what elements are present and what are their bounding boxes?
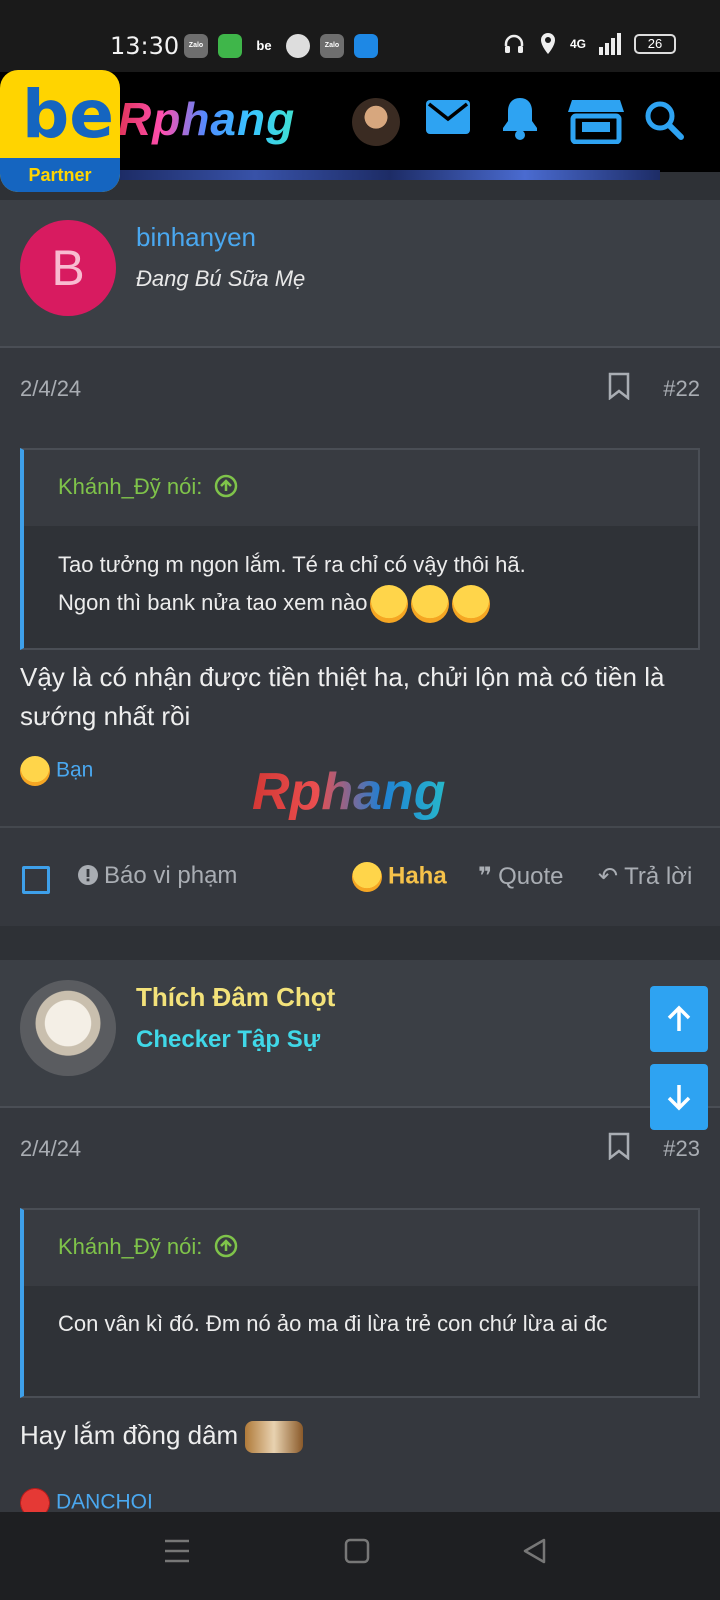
- arrow-up-circle-icon[interactable]: [214, 474, 238, 498]
- quote-author[interactable]: Khánh_Đỹ nói:: [58, 474, 202, 499]
- haha-button[interactable]: Haha: [352, 862, 447, 892]
- haha-icon: [352, 862, 382, 892]
- post-user-bar: B binhanyen Đang Bú Sữa Mẹ: [0, 200, 720, 348]
- reaction-user[interactable]: Bạn: [56, 759, 93, 782]
- quote-line-1: Tao tưởng m ngon lắm. Té ra chỉ có vậy t…: [58, 552, 526, 577]
- quote-line-2-wrap: Ngon thì bank nửa tao xem nào: [58, 584, 664, 624]
- reply-button[interactable]: ↶ Trả lời: [598, 862, 692, 891]
- scroll-top-button[interactable]: [650, 986, 708, 1052]
- post-user-bar: Thích Đâm Chọt Checker Tập Sự: [0, 960, 720, 1108]
- bookmark-icon[interactable]: [608, 372, 630, 400]
- be-app-icon: be: [256, 38, 272, 53]
- quote-block: Khánh_Đỹ nói: Tao tưởng m ngon lắm. Té r…: [20, 448, 700, 650]
- network-type: 4G: [570, 37, 587, 51]
- bookmark-icon[interactable]: [608, 1132, 630, 1160]
- banner-strip: [120, 170, 660, 180]
- quote-icon: ❞: [478, 863, 493, 890]
- user-title: Checker Tập Sự: [136, 1026, 321, 1053]
- store-icon[interactable]: [568, 96, 624, 144]
- user-avatar[interactable]: [352, 98, 400, 146]
- search-icon[interactable]: [644, 100, 684, 140]
- post-number[interactable]: #22: [663, 376, 700, 402]
- location-icon: [541, 33, 555, 54]
- quote-header[interactable]: Khánh_Đỹ nói:: [24, 450, 698, 526]
- notification-icons: Zalo be Zalo: [184, 34, 378, 58]
- avatar[interactable]: [20, 980, 116, 1076]
- site-logo[interactable]: Rphang: [118, 92, 295, 146]
- quote-body: Tao tưởng m ngon lắm. Té ra chỉ có vậy t…: [24, 526, 698, 643]
- post-body: Vậy là có nhận được tiền thiệt ha, chửi …: [20, 662, 665, 731]
- browser-icon: [286, 34, 310, 58]
- quote-label: Quote: [498, 863, 564, 890]
- username[interactable]: binhanyen: [136, 222, 256, 253]
- post-23: Thích Đâm Chọt Checker Tập Sự 2/4/24 #23…: [0, 960, 720, 1518]
- rofl-emoji: [370, 585, 409, 624]
- user-title: Đang Bú Sữa Mẹ: [136, 266, 306, 291]
- post-body: Hay lắm đồng dâm: [20, 1420, 239, 1450]
- quote-body: Con vân kì đó. Đm nó ảo ma đi lừa trẻ co…: [58, 1311, 608, 1336]
- scroll-bottom-button[interactable]: [650, 1064, 708, 1130]
- be-logo: be: [22, 76, 115, 153]
- report-label: Báo vi phạm: [104, 862, 238, 889]
- quote-author[interactable]: Khánh_Đỹ nói:: [58, 1234, 202, 1259]
- select-checkbox[interactable]: [22, 866, 50, 894]
- quote-line-2: Ngon thì bank nửa tao xem nào: [58, 590, 368, 615]
- post-actions: Báo vi phạm Haha ❞ Quote ↶ Trả lời: [0, 826, 720, 926]
- status-bar: 13:30 Zalo be Zalo 4G 26: [0, 0, 720, 72]
- quote-header[interactable]: Khánh_Đỹ nói:: [24, 1210, 698, 1286]
- arrow-down-icon: [667, 1085, 691, 1111]
- zalo-icon: Zalo: [184, 34, 208, 58]
- arrow-up-circle-icon[interactable]: [214, 1234, 238, 1258]
- report-button[interactable]: Báo vi phạm: [78, 862, 237, 890]
- rofl-emoji: [411, 585, 450, 624]
- haha-reaction-icon: [20, 756, 50, 786]
- haha-label: Haha: [388, 862, 447, 890]
- reaction-summary[interactable]: Bạn: [20, 756, 93, 786]
- back-nav-icon[interactable]: [522, 1538, 548, 1564]
- headphones-icon: [504, 34, 524, 53]
- sticker-icon: [245, 1421, 304, 1454]
- post-date[interactable]: 2/4/24: [20, 376, 81, 402]
- reaction-user[interactable]: DANCHOI: [56, 1491, 153, 1514]
- status-time: 13:30: [110, 32, 180, 60]
- be-partner-badge[interactable]: be Partner: [0, 70, 120, 192]
- rofl-emoji: [452, 585, 491, 624]
- post-number[interactable]: #23: [663, 1136, 700, 1162]
- post-body-wrap: Hay lắm đồng dâm: [20, 1416, 700, 1455]
- arrow-up-icon: [667, 1005, 691, 1031]
- bell-icon[interactable]: [500, 96, 540, 140]
- watermark-logo: Rphang: [252, 763, 446, 821]
- status-right: 4G 26: [502, 32, 677, 56]
- reply-icon: ↶: [598, 863, 619, 890]
- username[interactable]: Thích Đâm Chọt: [136, 982, 335, 1013]
- signal-icon: [599, 33, 622, 55]
- home-nav-icon[interactable]: [344, 1538, 370, 1564]
- post-date[interactable]: 2/4/24: [20, 1136, 81, 1162]
- alert-icon: [78, 865, 98, 885]
- avatar[interactable]: B: [20, 220, 116, 316]
- system-nav-bar: [0, 1512, 720, 1600]
- hotspot-icon: [354, 34, 378, 58]
- battery-indicator: 26: [634, 34, 677, 54]
- zalo-icon-2: Zalo: [320, 34, 344, 58]
- menu-nav-icon[interactable]: [164, 1538, 190, 1564]
- reply-label: Trả lời: [624, 863, 693, 890]
- partner-label: Partner: [0, 158, 120, 192]
- quote-block: Khánh_Đỹ nói: Con vân kì đó. Đm nó ảo ma…: [20, 1208, 700, 1398]
- shop-app-icon: [218, 34, 242, 58]
- quote-button[interactable]: ❞ Quote: [478, 862, 563, 891]
- mail-icon[interactable]: [426, 100, 470, 134]
